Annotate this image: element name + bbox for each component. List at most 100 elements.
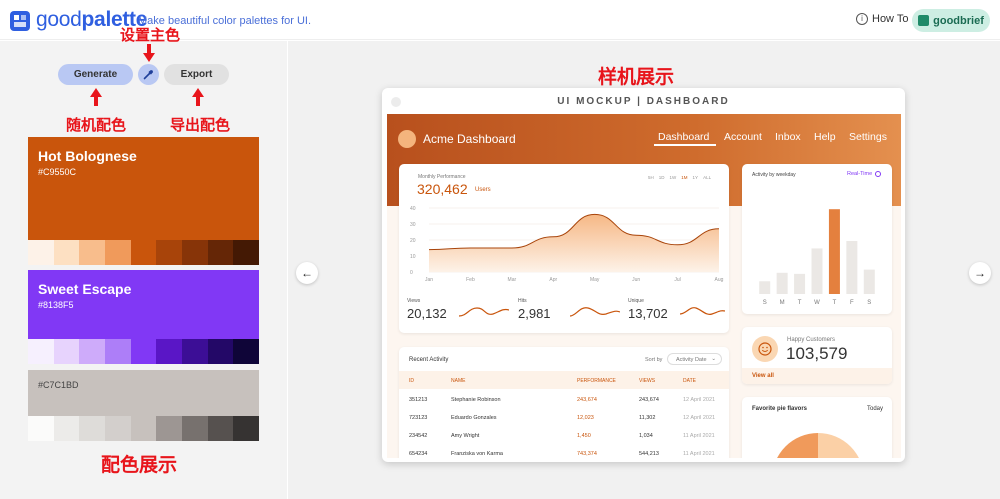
shade-swatch[interactable] — [233, 240, 260, 265]
shade-swatch[interactable] — [28, 240, 54, 265]
logo-icon[interactable] — [10, 11, 30, 31]
nav-dashboard[interactable]: Dashboard — [658, 131, 709, 143]
bar[interactable] — [759, 281, 771, 294]
shade-swatch[interactable] — [207, 240, 234, 265]
shade-swatch[interactable] — [28, 416, 54, 441]
pie-slice[interactable] — [818, 433, 864, 458]
shade-swatch[interactable] — [105, 339, 131, 364]
shade-swatch[interactable] — [53, 339, 80, 364]
performance-chart[interactable]: 40 30 20 10 0 Jan Feb Mar Apr May Jun Jul Aug — [407, 204, 727, 284]
arrow-up-icon — [90, 88, 102, 106]
palette-card[interactable]: Hot Bolognese #C9550C — [28, 137, 260, 265]
range-option[interactable]: 1Y — [693, 175, 699, 180]
generate-button[interactable]: Generate — [58, 64, 133, 85]
bar[interactable] — [776, 272, 788, 294]
stat-label: Hits — [518, 298, 527, 304]
column-header[interactable]: DATE — [683, 378, 696, 384]
table-cell: 1,034 — [639, 433, 653, 439]
how-to-link[interactable]: i How To — [856, 13, 908, 25]
sort-label: Sort by — [645, 357, 663, 363]
shade-swatch[interactable] — [130, 339, 157, 364]
palette-main-swatch[interactable]: Sweet Escape #8138F5 — [28, 270, 259, 339]
shade-swatch[interactable] — [130, 240, 157, 265]
performance-label: Monthly Performance — [418, 174, 466, 180]
table-cell: 11 April 2021 — [683, 451, 715, 457]
shade-swatch[interactable] — [233, 416, 260, 441]
table-cell: 11 April 2021 — [683, 433, 715, 439]
shade-swatch[interactable] — [182, 339, 208, 364]
range-option[interactable]: 1W — [670, 175, 677, 180]
shade-swatch[interactable] — [130, 416, 157, 441]
shade-swatch[interactable] — [79, 339, 106, 364]
column-header[interactable]: VIEWS — [639, 378, 655, 384]
palette-card[interactable]: #C7C1BD — [28, 370, 260, 441]
nav-inbox[interactable]: Inbox — [775, 131, 801, 143]
y-tick-label: 20 — [410, 238, 416, 244]
column-header[interactable]: ID — [409, 378, 414, 384]
bar[interactable] — [811, 248, 823, 294]
shade-swatch[interactable] — [53, 416, 80, 441]
shade-swatch[interactable] — [156, 339, 183, 364]
goodbrief-button[interactable]: goodbrief — [912, 9, 990, 32]
pie-card: Favorite pie flavors Today — [742, 397, 892, 458]
shade-swatch[interactable] — [182, 240, 208, 265]
export-button[interactable]: Export — [164, 64, 229, 85]
weekday-title: Activity by weekday — [752, 172, 796, 178]
range-option[interactable]: 1D — [659, 175, 665, 180]
smile-icon — [752, 336, 778, 362]
nav-active-indicator — [654, 144, 716, 146]
mockup-frame: UI MOCKUP | DASHBOARD Acme Dashboard Das… — [382, 88, 905, 462]
shade-swatch[interactable] — [207, 339, 234, 364]
table-row[interactable]: 723123 Eduardo Gonzales 12,023 11,302 12 Apr… — [399, 409, 729, 427]
shade-swatch[interactable] — [79, 240, 106, 265]
how-to-label: How To — [872, 13, 909, 25]
color-picker-button[interactable] — [138, 64, 159, 85]
view-all-link[interactable]: View all — [752, 373, 774, 379]
nav-account[interactable]: Account — [724, 131, 762, 143]
prev-mockup-button[interactable]: ← — [296, 262, 318, 284]
column-header[interactable]: PERFORMANCE — [577, 378, 616, 384]
table-row[interactable]: 654234 Franziska von Karma 743,374 544,213 1… — [399, 445, 729, 458]
table-row[interactable]: 351213 Stephanie Robinson 243,674 243,674 12… — [399, 391, 729, 409]
range-option[interactable]: 5H — [648, 175, 654, 180]
shade-swatch[interactable] — [105, 416, 131, 441]
x-tick-label: W — [814, 300, 820, 306]
bar[interactable] — [846, 241, 858, 294]
pie-period: Today — [867, 406, 884, 412]
range-option[interactable]: 1M — [681, 175, 687, 180]
pie-chart[interactable] — [772, 433, 864, 458]
performance-card: Monthly Performance 320,462 Users 5H 1D 1W… — [399, 164, 729, 333]
bar[interactable] — [794, 273, 806, 294]
shade-swatch[interactable] — [156, 240, 183, 265]
shade-swatch[interactable] — [105, 240, 131, 265]
bar[interactable] — [828, 209, 840, 294]
shade-swatch[interactable] — [28, 339, 54, 364]
x-tick-label: Jul — [674, 277, 680, 283]
activity-title: Recent Activity — [409, 357, 449, 363]
realtime-toggle[interactable]: Real-Time — [847, 171, 882, 177]
dashboard-logo — [398, 130, 416, 148]
shade-swatch[interactable] — [207, 416, 234, 441]
palette-main-swatch[interactable]: #C7C1BD — [28, 370, 259, 416]
next-mockup-button[interactable]: → — [969, 262, 991, 284]
weekday-chart[interactable]: SMTWTFS — [750, 184, 884, 309]
bar[interactable] — [863, 269, 875, 294]
range-option[interactable]: ALL — [703, 175, 711, 180]
palette-hex: #C7C1BD — [38, 380, 79, 390]
table-row[interactable]: 234542 Amy Wright 1,450 1,034 11 April 2021 — [399, 427, 729, 445]
column-header[interactable]: NAME — [451, 378, 465, 384]
nav-settings[interactable]: Settings — [849, 131, 887, 143]
shade-swatch[interactable] — [233, 339, 260, 364]
shade-swatch[interactable] — [53, 240, 80, 265]
table-cell: Franziska von Karma — [451, 451, 503, 457]
shade-swatch[interactable] — [79, 416, 106, 441]
sort-dropdown[interactable]: Activity Date ⌄ — [667, 353, 722, 365]
palette-name: Hot Bolognese — [38, 148, 137, 164]
palette-card[interactable]: Sweet Escape #8138F5 — [28, 270, 260, 364]
nav-help[interactable]: Help — [814, 131, 836, 143]
shade-swatch[interactable] — [182, 416, 208, 441]
annotation-export: 导出配色 — [170, 116, 231, 134]
shade-swatch[interactable] — [156, 416, 183, 441]
palette-main-swatch[interactable]: Hot Bolognese #C9550C — [28, 137, 259, 240]
pie-slice[interactable] — [772, 433, 818, 458]
